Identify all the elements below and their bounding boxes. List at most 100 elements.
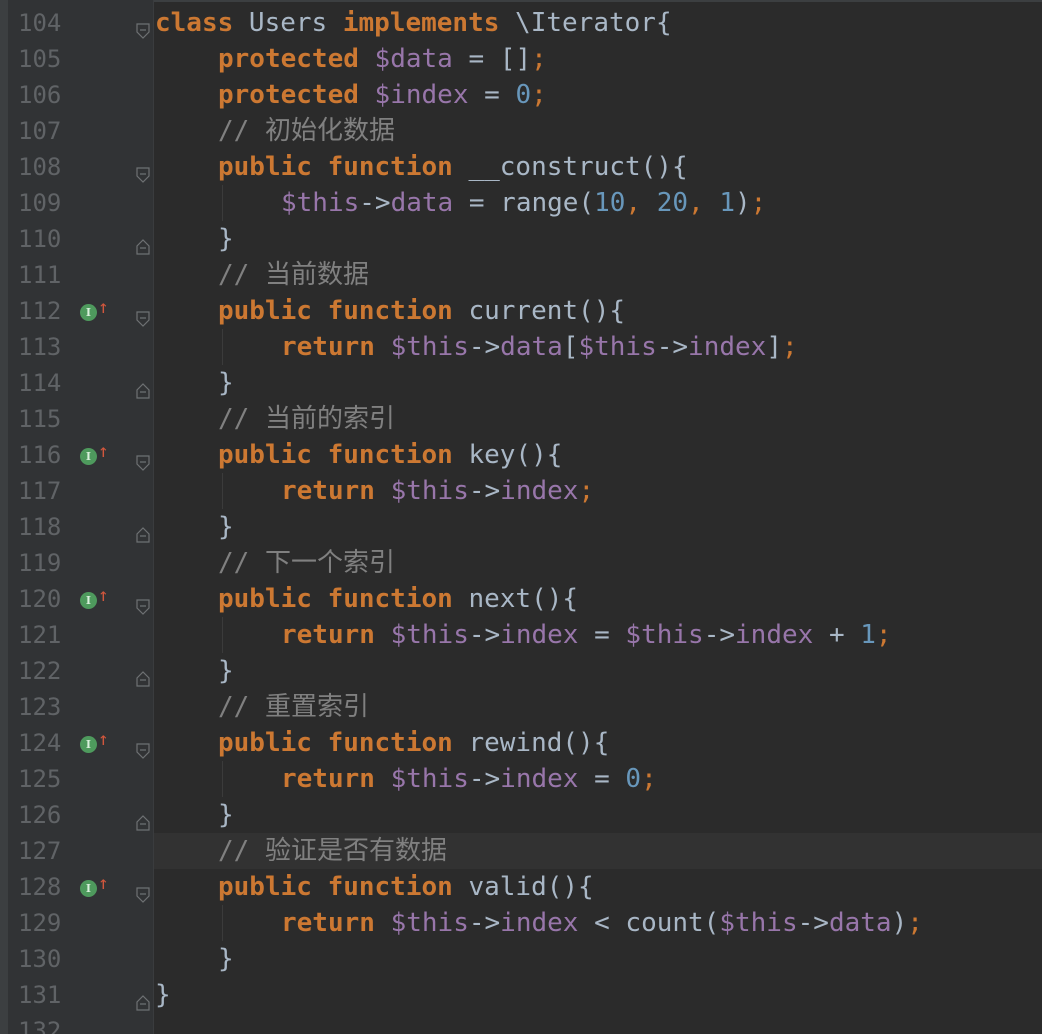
line-number[interactable]: 126 (18, 797, 78, 833)
code-text[interactable]: class Users implements \Iterator{ (155, 5, 672, 41)
line-number[interactable]: 120 (18, 581, 78, 617)
implements-method-icon[interactable]: I ↑ (80, 587, 109, 611)
code-line[interactable]: 125 return $this->index = 0; (0, 761, 1042, 797)
line-number[interactable]: 114 (18, 365, 78, 401)
line-number[interactable]: 129 (18, 905, 78, 941)
code-line[interactable]: 119 // 下一个索引 (0, 545, 1042, 581)
fold-collapse-icon[interactable] (134, 446, 152, 471)
line-number[interactable]: 131 (18, 977, 78, 1013)
fold-collapse-icon[interactable] (134, 590, 152, 615)
code-line[interactable]: 132 (0, 1013, 1042, 1034)
code-line[interactable]: 111 // 当前数据 (0, 257, 1042, 293)
code-text[interactable]: return $this->index = 0; (281, 761, 657, 797)
code-text[interactable]: } (218, 365, 234, 401)
line-number[interactable]: 111 (18, 257, 78, 293)
code-line[interactable]: 117 return $this->index; (0, 473, 1042, 509)
line-number[interactable]: 115 (18, 401, 78, 437)
code-line[interactable]: 115 // 当前的索引 (0, 401, 1042, 437)
code-line[interactable]: 128 I ↑ public function valid(){ (0, 869, 1042, 905)
code-text[interactable]: public function next(){ (218, 581, 578, 617)
implements-method-icon[interactable]: I ↑ (80, 731, 109, 755)
implements-method-icon[interactable]: I ↑ (80, 299, 109, 323)
line-number[interactable]: 110 (18, 221, 78, 257)
line-number[interactable]: 123 (18, 689, 78, 725)
code-line[interactable]: 120 I ↑ public function next(){ (0, 581, 1042, 617)
code-line[interactable]: 121 return $this->index = $this->index + … (0, 617, 1042, 653)
code-line[interactable]: 123 // 重置索引 (0, 689, 1042, 725)
code-text[interactable]: } (218, 509, 234, 545)
line-number[interactable]: 124 (18, 725, 78, 761)
line-number[interactable]: 113 (18, 329, 78, 365)
code-line[interactable]: 122} (0, 653, 1042, 689)
fold-collapse-icon[interactable] (134, 158, 152, 183)
code-line[interactable]: 118} (0, 509, 1042, 545)
code-text[interactable]: public function valid(){ (218, 869, 594, 905)
line-number[interactable]: 118 (18, 509, 78, 545)
line-number[interactable]: 128 (18, 869, 78, 905)
code-line[interactable]: 124 I ↑ public function rewind(){ (0, 725, 1042, 761)
code-text[interactable]: // 当前的索引 (218, 401, 395, 437)
code-text[interactable]: } (218, 797, 234, 833)
fold-end-icon[interactable] (134, 230, 152, 255)
code-text[interactable]: public function current(){ (218, 293, 625, 329)
code-text[interactable]: protected $data = []; (218, 41, 547, 77)
fold-end-icon[interactable] (134, 662, 152, 687)
code-line[interactable]: 104 class Users implements \Iterator{ (0, 5, 1042, 41)
code-text[interactable]: public function rewind(){ (218, 725, 609, 761)
code-line[interactable]: 109 $this->data = range(10, 20, 1); (0, 185, 1042, 221)
line-number[interactable]: 132 (18, 1013, 78, 1034)
fold-end-icon[interactable] (134, 806, 152, 831)
code-text[interactable]: return $this->index; (281, 473, 594, 509)
code-line[interactable]: 113 return $this->data[$this->index]; (0, 329, 1042, 365)
code-editor[interactable]: 104 class Users implements \Iterator{ 105 p… (0, 0, 1042, 1034)
line-number[interactable]: 116 (18, 437, 78, 473)
line-number[interactable]: 105 (18, 41, 78, 77)
line-number[interactable]: 119 (18, 545, 78, 581)
code-text[interactable]: $this->data = range(10, 20, 1); (281, 185, 766, 221)
code-line[interactable]: 105 protected $data = []; (0, 41, 1042, 77)
code-text[interactable]: // 验证是否有数据 (218, 833, 447, 869)
code-text[interactable]: // 重置索引 (218, 689, 369, 725)
code-line[interactable]: 130} (0, 941, 1042, 977)
line-number[interactable]: 108 (18, 149, 78, 185)
line-number[interactable]: 112 (18, 293, 78, 329)
code-text[interactable]: return $this->index < count($this->data)… (281, 905, 923, 941)
code-text[interactable]: } (218, 941, 234, 977)
line-number[interactable]: 117 (18, 473, 78, 509)
line-number[interactable]: 125 (18, 761, 78, 797)
fold-collapse-icon[interactable] (134, 302, 152, 327)
code-text[interactable]: // 当前数据 (218, 257, 369, 293)
line-number[interactable]: 109 (18, 185, 78, 221)
code-line[interactable]: 107 // 初始化数据 (0, 113, 1042, 149)
code-lines[interactable]: 104 class Users implements \Iterator{ 105 p… (0, 5, 1042, 1034)
code-text[interactable]: return $this->data[$this->index]; (281, 329, 798, 365)
code-text[interactable]: // 下一个索引 (218, 545, 395, 581)
implements-method-icon[interactable]: I ↑ (80, 875, 109, 899)
fold-end-icon[interactable] (134, 374, 152, 399)
line-number[interactable]: 104 (18, 5, 78, 41)
code-line[interactable]: 114} (0, 365, 1042, 401)
code-text[interactable]: } (155, 977, 171, 1013)
fold-collapse-icon[interactable] (134, 878, 152, 903)
fold-collapse-icon[interactable] (134, 734, 152, 759)
code-text[interactable]: // 初始化数据 (218, 113, 395, 149)
code-line[interactable]: 129 return $this->index < count($this->da… (0, 905, 1042, 941)
code-text[interactable]: } (218, 221, 234, 257)
line-number[interactable]: 106 (18, 77, 78, 113)
code-line[interactable]: 116 I ↑ public function key(){ (0, 437, 1042, 473)
line-number[interactable]: 130 (18, 941, 78, 977)
code-line[interactable]: 131} (0, 977, 1042, 1013)
code-line[interactable]: 127 // 验证是否有数据 (0, 833, 1042, 869)
line-number[interactable]: 107 (18, 113, 78, 149)
code-text[interactable]: return $this->index = $this->index + 1; (281, 617, 892, 653)
code-text[interactable]: public function key(){ (218, 437, 562, 473)
code-line[interactable]: 108 public function __construct(){ (0, 149, 1042, 185)
code-text[interactable]: public function __construct(){ (218, 149, 688, 185)
line-number[interactable]: 127 (18, 833, 78, 869)
code-line[interactable]: 126} (0, 797, 1042, 833)
fold-end-icon[interactable] (134, 518, 152, 543)
code-line[interactable]: 112 I ↑ public function current(){ (0, 293, 1042, 329)
fold-end-icon[interactable] (134, 986, 152, 1011)
fold-collapse-icon[interactable] (134, 14, 152, 39)
code-text[interactable]: } (218, 653, 234, 689)
